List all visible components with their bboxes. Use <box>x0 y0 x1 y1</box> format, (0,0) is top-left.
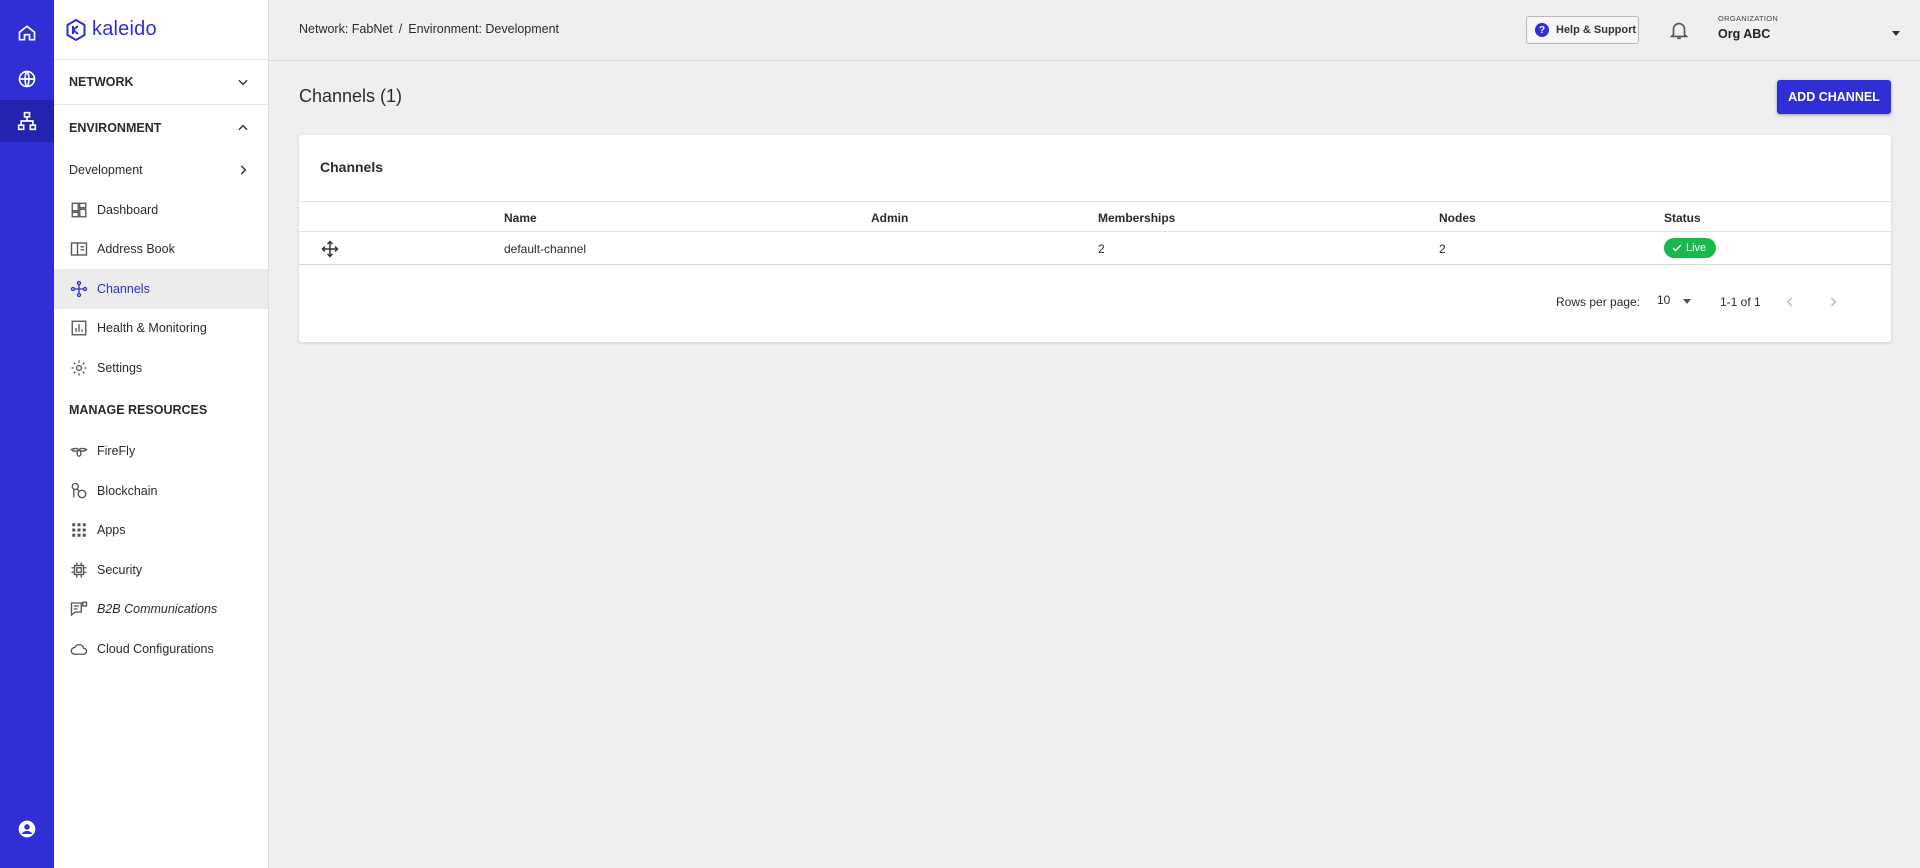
bar-chart-icon <box>69 318 89 338</box>
chevron-down-icon <box>238 79 248 86</box>
sidebar-item-blockchain[interactable]: Blockchain <box>54 471 268 511</box>
dashboard-icon <box>69 200 89 220</box>
column-header-status[interactable]: Status <box>1664 211 1701 225</box>
sidebar: kaleido NETWORK ENVIRONMENT Development … <box>54 0 269 868</box>
rail-home-button[interactable] <box>0 12 54 54</box>
page-title: Channels (1) <box>299 86 403 106</box>
rail-environment-button[interactable] <box>0 100 54 142</box>
sidebar-item-address-book[interactable]: Address Book <box>54 230 268 270</box>
home-icon <box>18 25 36 41</box>
globe-icon <box>18 70 36 88</box>
table-header: Name Admin Memberships Nodes Status <box>299 201 1891 232</box>
column-header-memberships[interactable]: Memberships <box>1098 211 1175 225</box>
blockchain-icon <box>69 481 89 501</box>
topbar: Network: FabNet / Environment: Development… <box>270 0 1920 61</box>
sidebar-item-label: Blockchain <box>97 483 158 498</box>
sidebar-item-channels[interactable]: Channels <box>54 269 268 309</box>
network-section-toggle[interactable]: NETWORK <box>54 60 268 105</box>
help-support-label: Help & Support <box>1556 24 1637 36</box>
environment-section-label: ENVIRONMENT <box>69 120 162 135</box>
sidebar-item-label: Security <box>97 562 143 577</box>
sidebar-item-security[interactable]: Security <box>54 550 268 590</box>
cloud-icon <box>69 639 89 659</box>
sidebar-item-dashboard[interactable]: Dashboard <box>54 190 268 230</box>
cell-nodes: 2 <box>1439 242 1446 256</box>
cell-name: default-channel <box>504 242 587 256</box>
add-channel-button[interactable]: ADD CHANNEL <box>1777 80 1891 114</box>
rows-per-page-value: 10 <box>1657 293 1671 307</box>
organization-selector[interactable]: ORGANIZATION Org ABC <box>1718 14 1903 48</box>
kaleido-logo-icon <box>66 18 86 41</box>
sidebar-item-label: FireFly <box>97 444 136 459</box>
status-badge-label: Live <box>1686 242 1707 254</box>
breadcrumb-separator: / <box>398 22 403 36</box>
gear-icon <box>69 358 89 378</box>
sidebar-item-label: Dashboard <box>97 202 159 217</box>
caret-down-icon <box>1892 31 1900 36</box>
card-title: Channels <box>320 159 384 175</box>
check-icon <box>1672 244 1682 252</box>
next-page-button[interactable] <box>1822 291 1844 313</box>
table-row[interactable]: default-channel 2 2 Live <box>299 232 1891 265</box>
app-rail <box>0 0 54 868</box>
sidebar-item-settings[interactable]: Settings <box>54 348 268 388</box>
sidebar-item-label: Cloud Configurations <box>97 641 214 656</box>
caret-down-icon <box>1683 299 1691 304</box>
sidebar-item-label: Apps <box>97 523 126 538</box>
sidebar-item-label: B2B Communications <box>97 602 218 617</box>
account-circle-icon <box>18 820 36 838</box>
bell-icon[interactable] <box>1668 19 1690 41</box>
column-header-nodes[interactable]: Nodes <box>1439 211 1476 225</box>
previous-page-button[interactable] <box>1779 291 1801 313</box>
pagination-range: 1-1 of 1 <box>1720 295 1761 309</box>
manage-resources-heading: MANAGE RESOURCES <box>69 402 208 417</box>
status-badge: Live <box>1664 238 1716 258</box>
sidebar-item-apps[interactable]: Apps <box>54 511 268 551</box>
chevron-right-icon <box>1830 297 1837 307</box>
sidebar-item-label: Settings <box>97 360 143 375</box>
sidebar-item-label: Address Book <box>97 242 175 257</box>
sidebar-item-label: Channels <box>97 281 150 296</box>
network-tree-icon <box>17 111 37 131</box>
brand-name: kaleido <box>92 18 157 40</box>
sidebar-item-label: Health & Monitoring <box>97 321 207 336</box>
rail-account-button[interactable] <box>0 808 54 850</box>
column-header-name[interactable]: Name <box>504 211 537 225</box>
channels-card: Channels Name Admin Memberships Nodes St… <box>299 135 1891 342</box>
rail-network-button[interactable] <box>0 58 54 100</box>
brand-logo[interactable]: kaleido <box>54 0 268 60</box>
move-arrows-icon <box>321 240 339 258</box>
security-chip-icon <box>69 560 89 580</box>
rows-per-page-label: Rows per page: <box>1556 295 1641 309</box>
breadcrumb-network[interactable]: Network: FabNet <box>299 22 393 36</box>
organization-name: Org ABC <box>1718 27 1771 41</box>
breadcrumb: Network: FabNet / Environment: Development <box>299 22 559 36</box>
environment-section-toggle[interactable]: ENVIRONMENT <box>54 105 268 150</box>
sidebar-item-cloud-configurations[interactable]: Cloud Configurations <box>54 629 268 669</box>
network-section-label: NETWORK <box>69 75 134 89</box>
sidebar-item-firefly[interactable]: FireFly <box>54 432 268 472</box>
chevron-right-icon <box>240 165 247 175</box>
cell-memberships: 2 <box>1098 242 1105 256</box>
address-book-icon <box>69 239 89 259</box>
column-header-admin[interactable]: Admin <box>871 211 908 225</box>
channels-icon <box>69 279 89 299</box>
firefly-icon <box>69 441 89 461</box>
rows-per-page-select[interactable]: 10 <box>1657 293 1693 313</box>
chevron-up-icon <box>238 124 248 130</box>
environment-name: Development <box>69 163 143 177</box>
breadcrumb-environment[interactable]: Environment: Development <box>408 22 559 36</box>
organization-label: ORGANIZATION <box>1718 14 1779 23</box>
chevron-left-icon <box>1786 297 1793 307</box>
sidebar-item-b2b-communications[interactable]: B2B Communications <box>54 590 268 630</box>
apps-grid-icon <box>69 520 89 540</box>
sidebar-item-health-monitoring[interactable]: Health & Monitoring <box>54 309 268 349</box>
help-question-icon: ? <box>1535 23 1549 37</box>
help-support-button[interactable]: ? Help & Support <box>1526 16 1639 44</box>
environment-selector[interactable]: Development <box>54 150 268 190</box>
b2b-message-icon <box>69 599 89 619</box>
